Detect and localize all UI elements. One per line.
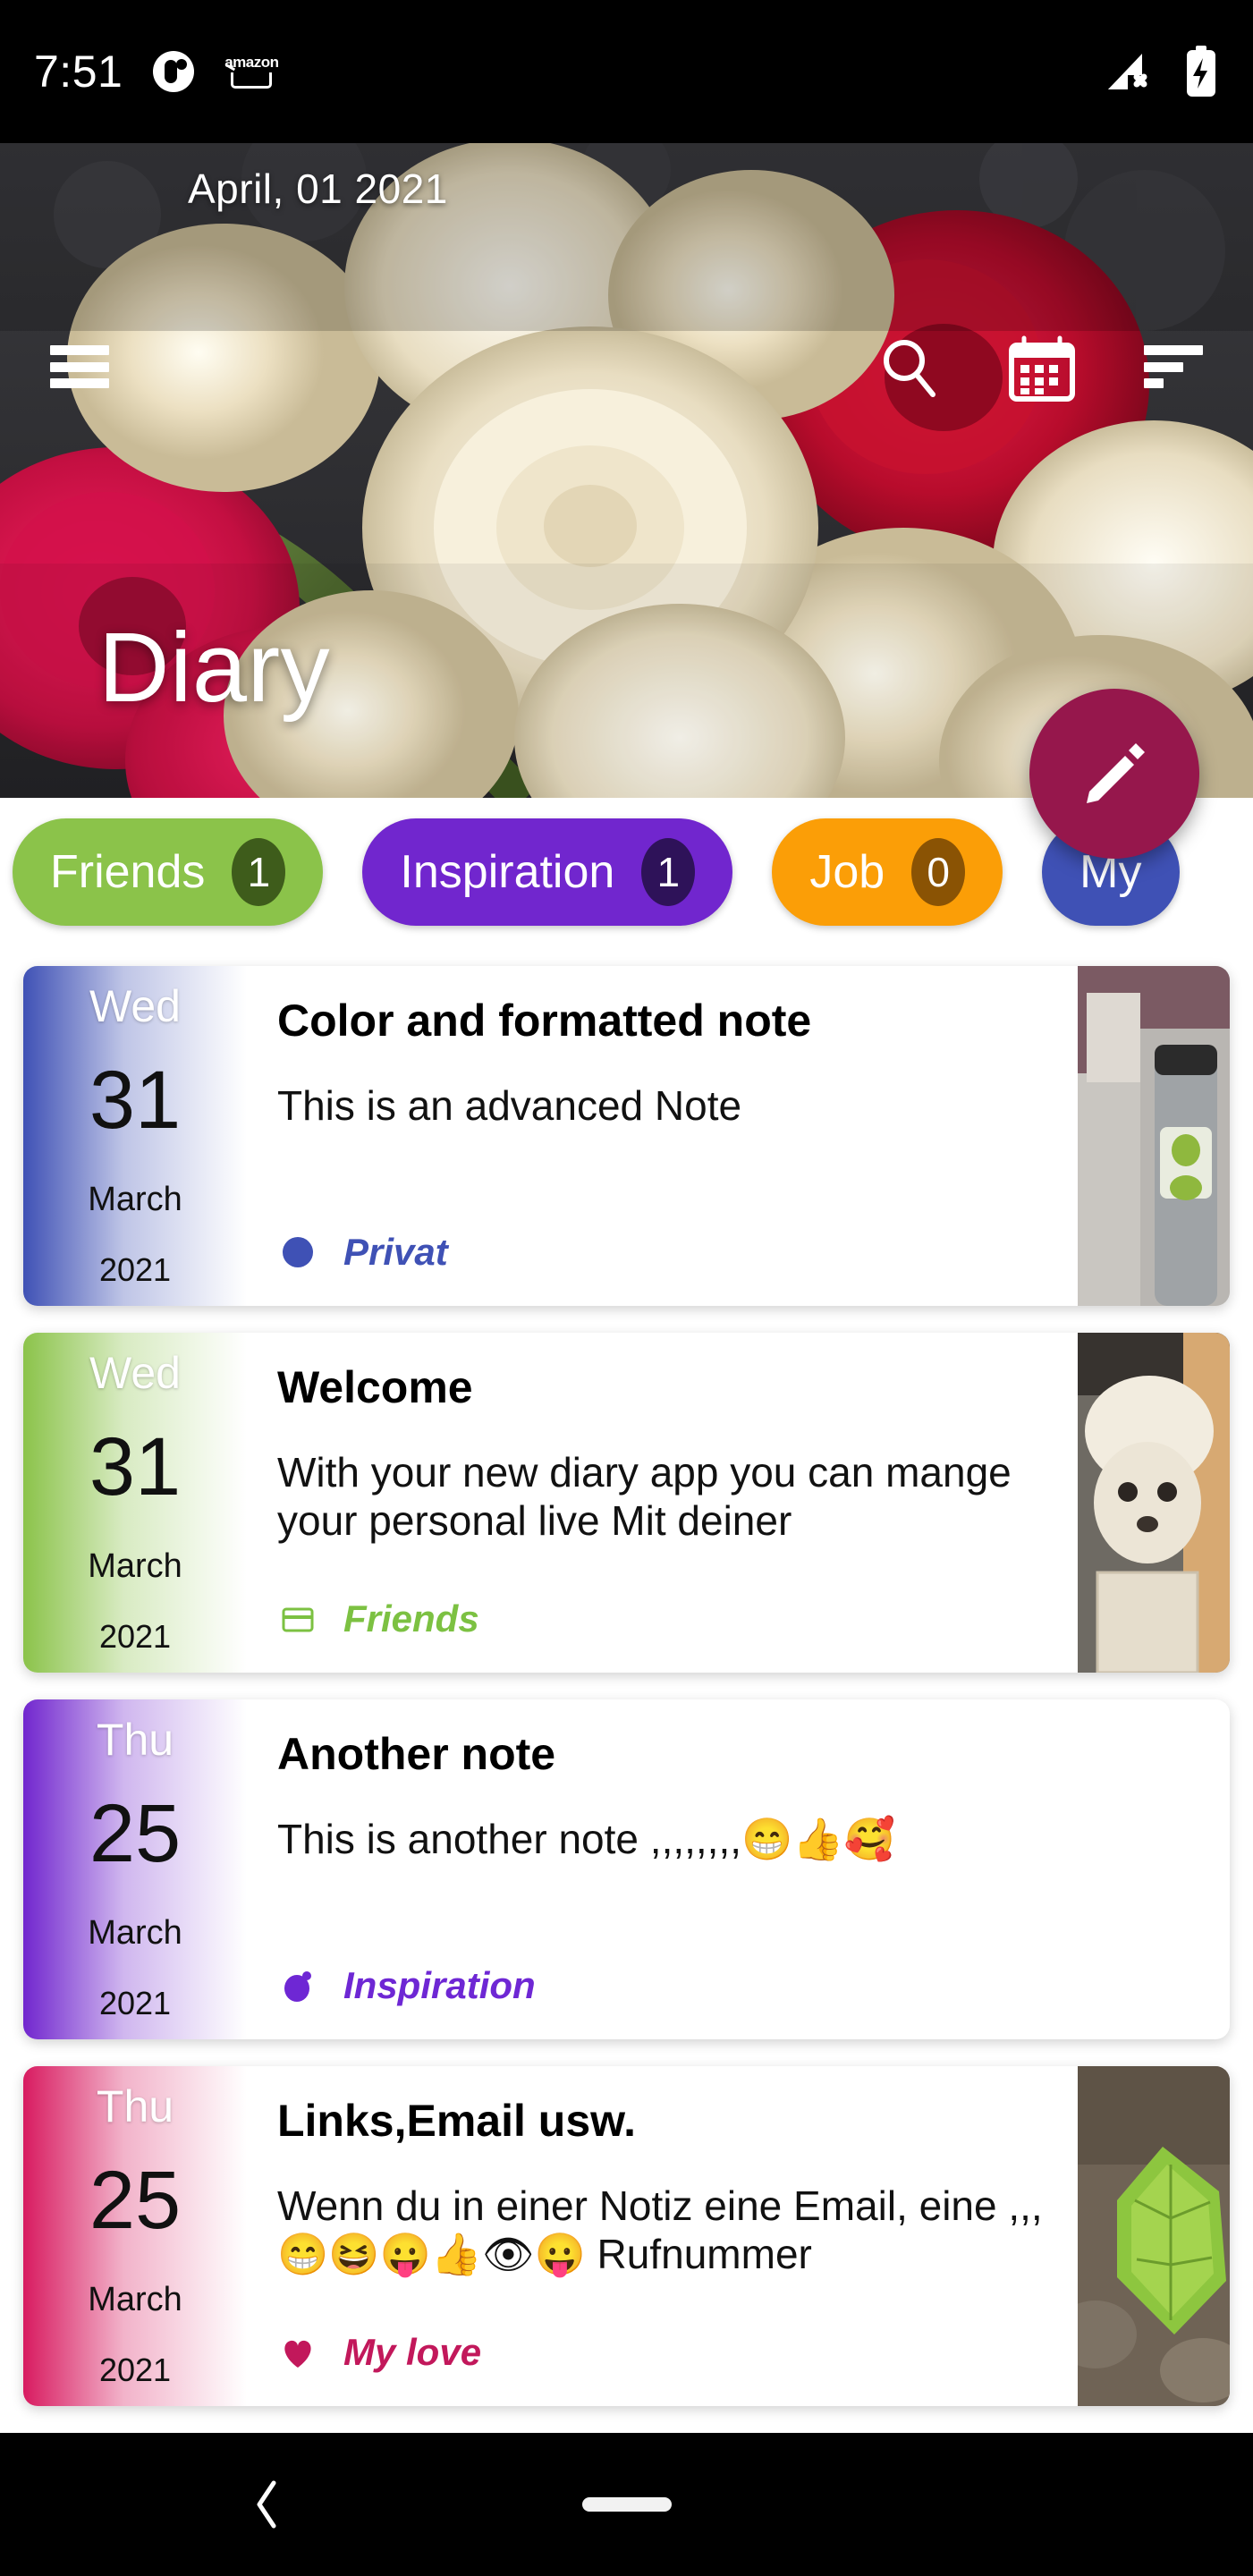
note-title: Color and formatted note bbox=[277, 996, 812, 1046]
note-thumbnail-image bbox=[1078, 966, 1230, 1306]
diary-app-screen: 7:51 amazon April, 01 2021 Diary Friends… bbox=[0, 0, 1253, 2576]
signal-no-service-icon bbox=[1105, 48, 1160, 95]
note-preview-text: Wenn du in einer Notiz eine Email, eine … bbox=[277, 2182, 1043, 2278]
note-body: Welcome With your new diary app you can m… bbox=[247, 1333, 1078, 1673]
chip-count-badge: 1 bbox=[641, 838, 696, 906]
status-bar-right bbox=[1105, 46, 1219, 97]
note-year: 2021 bbox=[98, 1617, 172, 1655]
chip-label: Job bbox=[809, 846, 885, 898]
category-chip-job[interactable]: Job 0 bbox=[772, 818, 1003, 926]
note-category-tag: Inspiration bbox=[277, 1964, 536, 2007]
note-thumbnail bbox=[1078, 1333, 1230, 1673]
status-bar-clock: 7:51 bbox=[34, 47, 123, 97]
amazon-cart-glyph bbox=[231, 72, 273, 89]
note-category-label: Privat bbox=[343, 1231, 448, 1273]
note-date-column: Thu 25 March 2021 bbox=[23, 2066, 247, 2406]
note-day-number: 31 bbox=[89, 1054, 182, 1146]
circle-app-icon bbox=[153, 51, 195, 92]
note-body: Links,Email usw. Wenn du in einer Notiz e… bbox=[247, 2066, 1078, 2406]
note-year: 2021 bbox=[98, 1984, 172, 2021]
chip-count-badge: 1 bbox=[232, 838, 286, 906]
note-title: Links,Email usw. bbox=[277, 2096, 637, 2146]
header-date: April, 01 2021 bbox=[188, 165, 448, 212]
search-icon[interactable] bbox=[877, 335, 940, 398]
bulb-icon bbox=[284, 1971, 311, 2002]
note-day-of-week: Wed bbox=[89, 1347, 181, 1398]
calendar-icon[interactable] bbox=[1008, 331, 1076, 402]
note-category-tag: Privat bbox=[277, 1231, 448, 1274]
status-bar: 7:51 amazon bbox=[0, 0, 1253, 143]
note-month: March bbox=[88, 2280, 182, 2318]
header-actions bbox=[877, 331, 1203, 402]
note-date-column: Thu 25 March 2021 bbox=[23, 1699, 247, 2039]
home-pill-icon[interactable] bbox=[581, 2497, 672, 2512]
note-thumbnail-image bbox=[1078, 1333, 1230, 1673]
note-day-of-week: Thu bbox=[96, 1714, 174, 1765]
note-body: Color and formatted note This is an advan… bbox=[247, 966, 1078, 1306]
hero-header: April, 01 2021 Diary bbox=[0, 143, 1253, 798]
note-date-column: Wed 31 March 2021 bbox=[23, 966, 247, 1306]
note-title: Another note bbox=[277, 1729, 556, 1779]
page-title: Diary bbox=[98, 613, 331, 723]
circle-icon bbox=[283, 1237, 313, 1267]
note-category-label: Inspiration bbox=[343, 1964, 536, 2006]
notes-list: Wed 31 March 2021 Color and formatted note Th… bbox=[0, 966, 1253, 2433]
note-day-number: 31 bbox=[89, 1420, 182, 1513]
system-navigation-bar bbox=[0, 2433, 1253, 2576]
note-month: March bbox=[88, 1546, 182, 1585]
note-preview-text: This is an advanced Note bbox=[277, 1082, 742, 1129]
heart-icon bbox=[284, 2340, 311, 2368]
note-category-tag: Friends bbox=[277, 1597, 479, 1640]
note-category-label: My love bbox=[343, 2331, 482, 2373]
note-category-tag: My love bbox=[277, 2331, 481, 2374]
note-date-column: Wed 31 March 2021 bbox=[23, 1333, 247, 1673]
note-body: Another note This is another note ,,,,,,,… bbox=[247, 1699, 1230, 2039]
note-preview-text: With your new diary app you can mange yo… bbox=[277, 1449, 1012, 1545]
note-year: 2021 bbox=[98, 2351, 172, 2388]
note-day-of-week: Wed bbox=[89, 980, 181, 1031]
note-day-of-week: Thu bbox=[96, 2080, 174, 2131]
chip-count-badge: 0 bbox=[911, 838, 966, 906]
hamburger-menu-icon[interactable] bbox=[50, 345, 109, 388]
header-toolbar bbox=[0, 322, 1253, 411]
category-chip-inspiration[interactable]: Inspiration 1 bbox=[362, 818, 733, 926]
note-thumbnail-image bbox=[1078, 2066, 1230, 2406]
note-title: Welcome bbox=[277, 1362, 473, 1412]
note-preview-text: This is another note ,,,,,,,,😁👍🥰 bbox=[277, 1816, 895, 1862]
note-thumbnail bbox=[1078, 966, 1230, 1306]
amazon-icon: amazon bbox=[224, 51, 279, 92]
pencil-edit-icon bbox=[1077, 736, 1152, 811]
sort-icon[interactable] bbox=[1144, 345, 1203, 388]
status-bar-left: 7:51 amazon bbox=[34, 46, 279, 97]
note-category-label: Friends bbox=[343, 1597, 479, 1640]
note-card[interactable]: Thu 25 March 2021 Links,Email usw. Wenn du in… bbox=[23, 2066, 1230, 2406]
card-icon bbox=[282, 1607, 314, 1632]
note-card[interactable]: Wed 31 March 2021 Color and formatted note Th… bbox=[23, 966, 1230, 1306]
note-year: 2021 bbox=[98, 1250, 172, 1288]
chip-label: Friends bbox=[50, 846, 206, 898]
battery-charging-icon bbox=[1183, 46, 1219, 97]
note-month: March bbox=[88, 1913, 182, 1952]
back-chevron-icon[interactable] bbox=[249, 2478, 284, 2531]
category-chip-friends[interactable]: Friends 1 bbox=[13, 818, 324, 926]
note-day-number: 25 bbox=[89, 2154, 182, 2246]
chip-label: Inspiration bbox=[400, 846, 615, 898]
note-day-number: 25 bbox=[89, 1787, 182, 1879]
note-card[interactable]: Thu 25 March 2021 Another note This is anothe… bbox=[23, 1699, 1230, 2039]
note-thumbnail bbox=[1078, 2066, 1230, 2406]
note-month: March bbox=[88, 1180, 182, 1218]
add-note-fab[interactable] bbox=[1029, 689, 1199, 859]
note-card[interactable]: Wed 31 March 2021 Welcome With your new diary… bbox=[23, 1333, 1230, 1673]
